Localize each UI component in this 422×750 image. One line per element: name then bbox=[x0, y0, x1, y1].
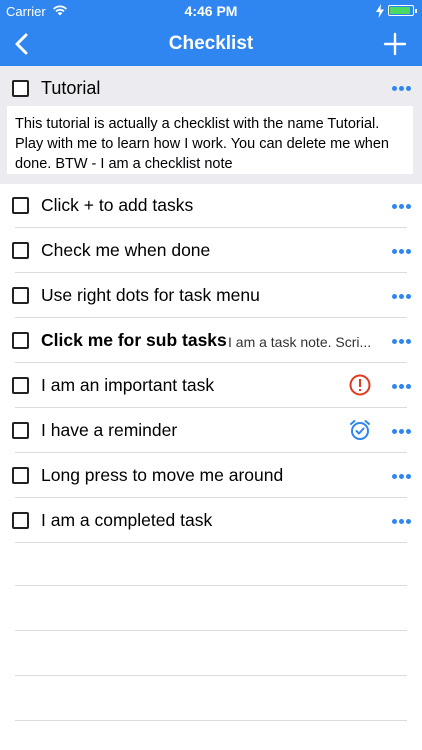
task-row[interactable]: Click me for sub tasks I am a task note.… bbox=[0, 318, 422, 363]
task-row[interactable]: Long press to move me around bbox=[0, 453, 422, 498]
task-label: Click me for sub tasks bbox=[41, 330, 227, 350]
task-label: Click + to add tasks bbox=[41, 195, 194, 215]
task-note-preview: I am a task note. Scri... bbox=[228, 334, 372, 350]
task-row[interactable]: I have a reminder bbox=[0, 408, 422, 453]
task-menu-dots-icon[interactable] bbox=[392, 382, 414, 390]
checklist-header: Tutorial This tutorial is actually a che… bbox=[0, 66, 422, 184]
task-row[interactable]: Use right dots for task menu bbox=[0, 273, 422, 318]
task-checkbox[interactable] bbox=[12, 242, 29, 259]
task-checkbox[interactable] bbox=[12, 377, 29, 394]
task-menu-dots-icon[interactable] bbox=[392, 202, 414, 210]
task-row[interactable]: Check me when done bbox=[0, 228, 422, 273]
task-row[interactable]: Click + to add tasks bbox=[0, 183, 422, 228]
empty-row-divider bbox=[15, 720, 407, 721]
empty-row-divider bbox=[15, 675, 407, 676]
task-label: I am a completed task bbox=[41, 510, 213, 530]
task-menu-dots-icon[interactable] bbox=[392, 247, 414, 255]
task-menu-dots-icon[interactable] bbox=[392, 427, 414, 435]
checklist-note: This tutorial is actually a checklist wi… bbox=[7, 106, 413, 174]
task-menu-dots-icon[interactable] bbox=[392, 292, 414, 300]
task-row[interactable]: I am a completed task bbox=[0, 498, 422, 543]
battery-icon bbox=[388, 5, 417, 16]
task-label: I have a reminder bbox=[41, 420, 178, 440]
charging-icon bbox=[376, 4, 384, 18]
page-title: Checklist bbox=[168, 33, 254, 54]
task-checkbox[interactable] bbox=[12, 512, 29, 529]
task-label: Check me when done bbox=[41, 240, 211, 260]
task-label: I am an important task bbox=[41, 375, 215, 395]
task-checkbox[interactable] bbox=[12, 422, 29, 439]
checklist-title[interactable]: Tutorial bbox=[41, 78, 100, 99]
clock-time: 4:46 PM bbox=[184, 3, 238, 19]
checklist-menu-dots-icon[interactable] bbox=[392, 84, 414, 92]
task-label: Use right dots for task menu bbox=[41, 285, 260, 305]
task-row[interactable]: I am an important task bbox=[0, 363, 422, 408]
task-checkbox[interactable] bbox=[12, 332, 29, 349]
navigation-bar: Checklist bbox=[0, 22, 422, 66]
add-task-plus-icon[interactable] bbox=[380, 29, 410, 59]
status-bar: Carrier 4:46 PM bbox=[0, 0, 422, 22]
important-icon bbox=[349, 374, 371, 396]
task-checkbox[interactable] bbox=[12, 197, 29, 214]
task-label: Long press to move me around bbox=[41, 465, 284, 485]
alarm-clock-icon bbox=[350, 420, 370, 440]
empty-row-divider bbox=[15, 630, 407, 631]
task-menu-dots-icon[interactable] bbox=[392, 472, 414, 480]
checklist-checkbox[interactable] bbox=[12, 80, 29, 97]
task-checkbox[interactable] bbox=[12, 287, 29, 304]
task-menu-dots-icon[interactable] bbox=[392, 517, 414, 525]
task-menu-dots-icon[interactable] bbox=[392, 337, 414, 345]
empty-row-divider bbox=[15, 585, 407, 586]
task-checkbox[interactable] bbox=[12, 467, 29, 484]
